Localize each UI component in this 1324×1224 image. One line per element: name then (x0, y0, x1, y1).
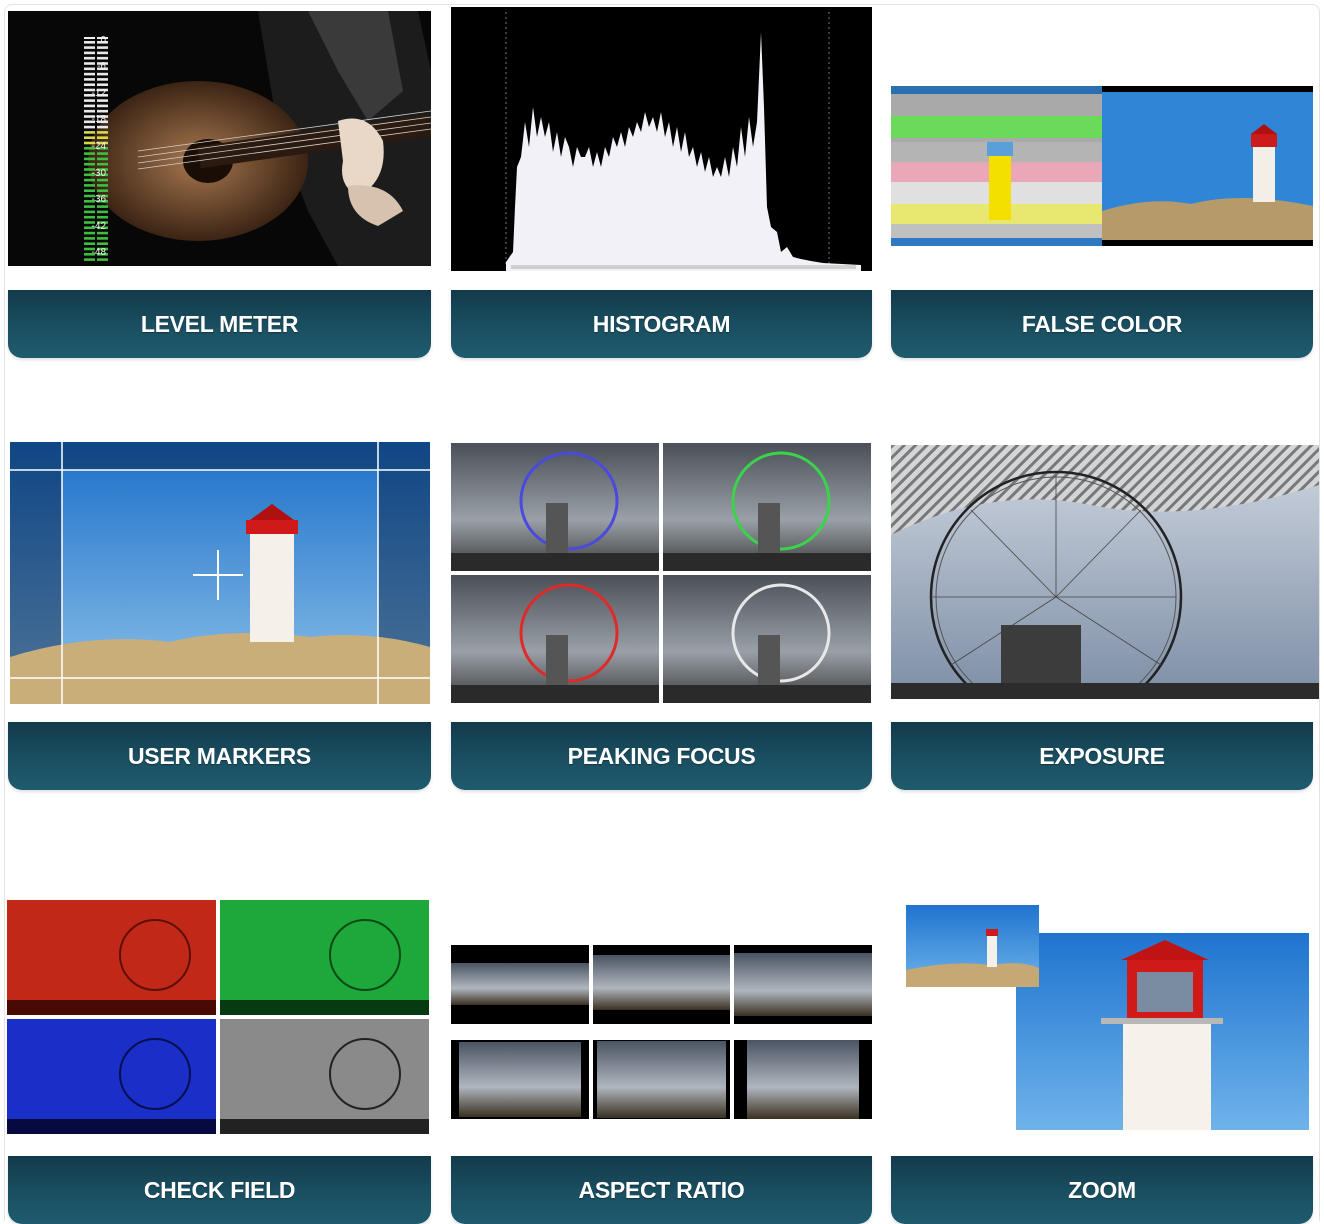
user-markers-image (10, 442, 430, 704)
level-meter-segment (97, 237, 108, 240)
level-meter-segment (97, 215, 108, 219)
level-meter-segment (97, 104, 108, 108)
aspect-ratio-image (451, 945, 872, 1119)
level-tick: -6 (97, 61, 106, 72)
level-meter-segment (97, 205, 108, 208)
level-meter-segment (97, 56, 108, 60)
level-meter-segment (84, 46, 95, 49)
level-meter-segment (97, 152, 108, 155)
level-meter-segment (84, 136, 95, 139)
level-meter-segment (97, 184, 108, 187)
level-meter-segment (84, 178, 95, 182)
level-tick: -12 (91, 88, 106, 99)
level-meter-segment (97, 99, 108, 102)
tile-label: USER MARKERS (8, 722, 431, 790)
tile-label: CHECK FIELD (8, 1156, 431, 1224)
level-meter-segment (97, 131, 108, 134)
level-meter-segment (84, 56, 95, 60)
histogram-graph (505, 12, 861, 271)
level-meter-segment (84, 51, 95, 55)
tile-label: HISTOGRAM (451, 290, 872, 358)
level-meter-segment (97, 258, 108, 261)
level-tick: 0 (100, 35, 106, 46)
level-meter-segment (84, 184, 95, 187)
level-tick: -30 (91, 168, 106, 179)
level-meter-segment (84, 152, 95, 155)
zoom-image (891, 900, 1313, 1134)
level-meter-segment (84, 83, 95, 86)
false-color-image (891, 86, 1313, 246)
tile-label: LEVEL METER (8, 290, 431, 358)
level-meter-segment (84, 258, 95, 261)
tile-label: ASPECT RATIO (451, 1156, 872, 1224)
level-meter-segment (84, 189, 95, 192)
level-meter-segment (84, 157, 95, 161)
level-tick: -48 (91, 247, 106, 258)
level-meter-segment (84, 109, 95, 113)
tile-label: PEAKING FOCUS (451, 722, 872, 790)
ferris-wheel-photo (451, 443, 871, 703)
level-meter-segment (97, 178, 108, 182)
level-meter-segment (84, 215, 95, 219)
level-meter-segment (97, 72, 108, 76)
level-tick: -42 (91, 221, 106, 232)
level-tick: -36 (91, 194, 106, 205)
level-meter-segment (97, 125, 108, 129)
level-meter-segment (97, 231, 108, 235)
level-meter-segment (97, 157, 108, 161)
level-meter-segment (97, 83, 108, 86)
crosshair-icon (193, 550, 243, 600)
tile-label: ZOOM (891, 1156, 1313, 1224)
level-meter-segment (84, 210, 95, 214)
histogram-image (451, 7, 872, 271)
level-meter-segment (84, 104, 95, 108)
level-meter-segment (97, 78, 108, 81)
level-meter-segment (97, 136, 108, 139)
level-meter-segment (97, 46, 108, 49)
level-meter-segment (97, 242, 108, 245)
peaking-focus-image (451, 443, 871, 703)
level-meter-segment (97, 51, 108, 55)
level-meter-segment (97, 210, 108, 214)
level-meter-segment (84, 231, 95, 235)
level-meter-segment (84, 78, 95, 81)
level-meter-segment (84, 162, 95, 166)
level-meter-segment (84, 131, 95, 134)
level-meter-segment (84, 72, 95, 76)
tile-label: FALSE COLOR (891, 290, 1313, 358)
tile-label: EXPOSURE (891, 722, 1313, 790)
level-meter-segment (84, 125, 95, 129)
level-tick: -18 (91, 114, 106, 125)
level-meter-segment (84, 242, 95, 245)
level-meter-segment (84, 99, 95, 102)
level-tick: -24 (91, 141, 106, 152)
level-meter-segment (84, 205, 95, 208)
exposure-image (891, 445, 1319, 699)
level-meter-segment (97, 189, 108, 192)
check-field-image (7, 900, 429, 1134)
level-meter-image: 0 -6 -12 -18 -24 -30 -36 -42 -48 (8, 11, 431, 266)
level-meter-segment (97, 109, 108, 113)
lighthouse-photo (891, 86, 1313, 246)
level-meter-segment (84, 237, 95, 240)
level-meter-segment (97, 162, 108, 166)
